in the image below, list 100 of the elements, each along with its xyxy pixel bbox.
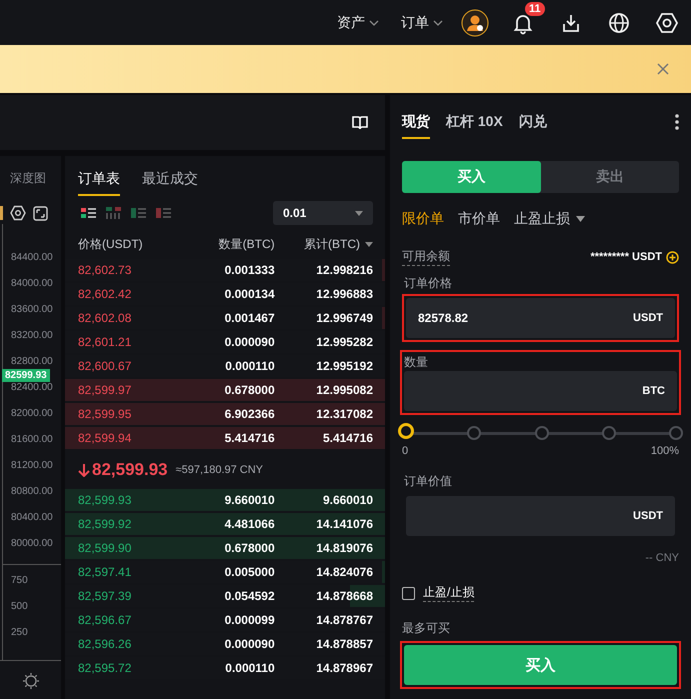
- price-cell-text: 82,602.08: [78, 311, 132, 325]
- slider-step[interactable]: [467, 426, 482, 440]
- price-cell-text: 82,599.92: [78, 517, 132, 531]
- column-header: 累计(BTC): [304, 237, 360, 251]
- total-cell-text: 12.996749: [315, 311, 373, 325]
- chart-tab[interactable]: 深度图: [0, 156, 61, 194]
- sun-icon[interactable]: [22, 672, 40, 690]
- total-cell-text: 14.878967: [315, 661, 373, 675]
- price-cell-text: 82,599.90: [78, 541, 132, 555]
- amount-cell-text: 0.000110: [224, 359, 275, 373]
- amount-cell-text: 6.902366: [224, 407, 275, 421]
- axis-label: 81600.00: [10, 434, 53, 446]
- price-cell-text: 82,602.42: [78, 287, 132, 301]
- axis-label: 82000.00: [10, 408, 53, 420]
- tab[interactable]: 现货: [402, 105, 430, 139]
- notification-badge: 11: [525, 2, 545, 16]
- price-cell-text: 82,596.67: [78, 613, 132, 627]
- axis-label: 500: [10, 601, 28, 614]
- amount-cell-text: 0.001467: [224, 311, 275, 325]
- field-label: 订单价值: [404, 473, 453, 490]
- amount-cell-text: 0.001333: [224, 263, 275, 277]
- axis-label: 80400.00: [10, 512, 53, 524]
- axis-label: 80000.00: [10, 538, 53, 550]
- balance-value: ********* USDT: [590, 251, 662, 263]
- slider-step[interactable]: [669, 426, 683, 440]
- add-circle-icon[interactable]: [666, 250, 679, 264]
- converted-price: ≈597,180.97 CNY: [176, 464, 264, 476]
- axis-label: 82800.00: [10, 356, 53, 368]
- amount-cell-text: 0.678000: [224, 383, 275, 397]
- avatar-icon[interactable]: [461, 8, 489, 36]
- slider-label: 100%: [650, 445, 679, 457]
- amount-cell-text: 0.000110: [224, 661, 275, 675]
- expand-icon[interactable]: [33, 206, 48, 220]
- slider-step[interactable]: [534, 426, 548, 440]
- converted-value: -- CNY: [644, 552, 679, 564]
- axis-label: 82400.00: [10, 382, 53, 394]
- order-type-tab[interactable]: 止盈止损: [514, 210, 585, 228]
- price-cell-text: 82,601.21: [78, 335, 132, 349]
- caret-icon[interactable]: [365, 242, 373, 248]
- max-buy-label: 最多可买: [402, 620, 451, 637]
- total-cell-text: 14.819076: [315, 541, 373, 555]
- order-type-tab[interactable]: 限价单: [402, 210, 444, 228]
- settings-icon[interactable]: [10, 205, 26, 221]
- tab[interactable]: 最近成交: [142, 170, 198, 196]
- precision-dropdown[interactable]: 0.01: [273, 201, 373, 225]
- price-cell-text: 82,600.67: [78, 359, 132, 373]
- more-icon[interactable]: [675, 114, 679, 130]
- close-icon[interactable]: [657, 63, 669, 75]
- total-cell-text: 12.998216: [315, 263, 373, 277]
- amount-cell-text: 0.000090: [224, 637, 275, 651]
- menu-dropdown[interactable]: 资产: [337, 14, 379, 32]
- total-cell-text: 14.141076: [315, 517, 373, 531]
- checkbox[interactable]: [402, 586, 415, 600]
- axis-label: 80800.00: [10, 486, 53, 498]
- chevron-down-icon: [369, 20, 379, 26]
- price-cell-text: 82,602.73: [78, 263, 132, 277]
- total-cell-text: 12.996883: [315, 287, 373, 301]
- column-header: 价格(USDT): [78, 236, 144, 253]
- settings-icon[interactable]: [655, 10, 679, 34]
- axis-label: 250: [10, 627, 28, 640]
- amount-cell-text: 0.054592: [224, 589, 275, 603]
- total-cell-text: 14.878668: [315, 589, 373, 603]
- field-label: 订单价格: [404, 275, 453, 292]
- last-price: 82,599.93: [92, 460, 168, 480]
- price-cell-text: 82,599.95: [78, 407, 132, 421]
- globe-icon[interactable]: [607, 10, 631, 34]
- column-header: 数量(BTC): [218, 236, 275, 253]
- axis-label: 84400.00: [10, 252, 53, 264]
- price-cell-text: 82,599.97: [78, 383, 132, 397]
- book-icon[interactable]: [352, 116, 368, 130]
- amount-cell-text: 0.000099: [224, 613, 275, 627]
- price-cell-text: 82,597.41: [78, 565, 132, 579]
- total-cell-text: 12.995192: [315, 359, 373, 373]
- tab[interactable]: 杠杆 10X: [446, 105, 503, 139]
- unit-label: USDT: [633, 311, 663, 325]
- total-cell-text: 14.878767: [315, 613, 373, 627]
- amount-cell-text: 4.481066: [224, 517, 275, 531]
- field-label: 数量: [404, 354, 429, 371]
- tab[interactable]: 订单表: [78, 170, 120, 196]
- amount-cell-text: 9.660010: [224, 493, 275, 507]
- checkbox-label[interactable]: 止盈/止损: [423, 584, 474, 602]
- amount-cell-text: 0.005000: [224, 565, 275, 579]
- total-cell-text: 12.995282: [315, 335, 373, 349]
- menu-dropdown[interactable]: 订单: [401, 14, 443, 32]
- layout-icon[interactable]: [81, 207, 96, 219]
- price-cell-text: 82,599.94: [78, 431, 132, 445]
- tab[interactable]: 闪兑: [518, 105, 547, 139]
- current-price-tag: 82599.93: [2, 369, 50, 382]
- slider-step[interactable]: [602, 426, 616, 440]
- total-cell-text: 12.995082: [315, 383, 373, 397]
- chevron-down-icon: [433, 20, 443, 26]
- order-type-tab[interactable]: 市价单: [458, 210, 500, 228]
- unit-label: BTC: [642, 384, 665, 398]
- axis-label: 750: [10, 575, 28, 588]
- total-cell-text: 9.660010: [322, 493, 373, 507]
- slider-label: 0: [402, 445, 408, 457]
- slider-thumb[interactable]: [398, 423, 414, 439]
- price-cell-text: 82,599.93: [78, 493, 132, 507]
- total-cell-text: 14.878857: [315, 637, 373, 651]
- balance-label: 可用余额: [402, 248, 450, 266]
